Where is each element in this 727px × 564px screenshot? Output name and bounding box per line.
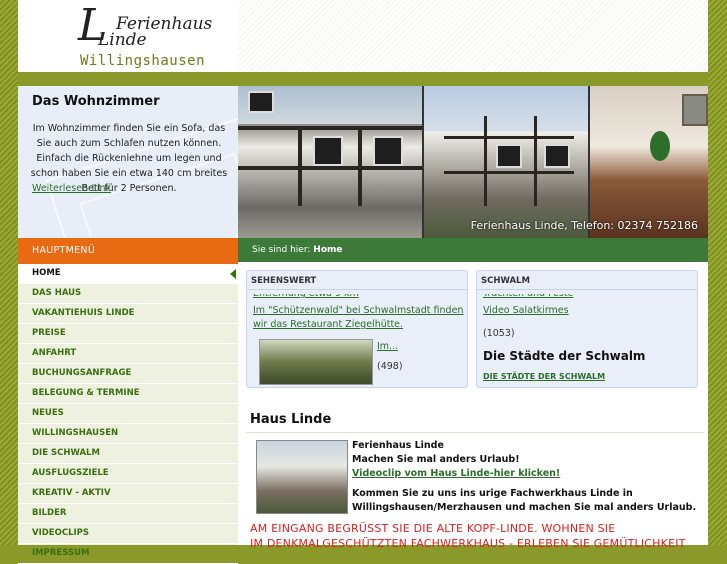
site-logo[interactable]: L Ferienhaus Linde Willingshausen xyxy=(78,0,218,70)
main-menu: HAUPTMENÜ HOME DAS HAUS VAKANTIEHUIS LIN… xyxy=(18,238,238,564)
sehenswert-more-link[interactable]: Im... xyxy=(377,341,398,352)
photo-house-front xyxy=(238,86,422,238)
breadcrumb: Sie sind hier: Home xyxy=(238,238,708,262)
menu-item-belegung[interactable]: BELEGUNG & TERMINE xyxy=(18,384,238,404)
menu-item-das-haus[interactable]: DAS HAUS xyxy=(18,284,238,304)
main-divider xyxy=(246,432,704,433)
menu-item-bilder[interactable]: BILDER xyxy=(18,504,238,524)
schwalm-cut-text: Trachten und Feste xyxy=(477,294,697,300)
menu-item-vakantiehuis[interactable]: VAKANTIEHUIS LINDE xyxy=(18,304,238,324)
logo-line-3: Willingshausen xyxy=(80,53,206,69)
menu-item-ausflugsziele[interactable]: AUSFLUGSZIELE xyxy=(18,464,238,484)
schwalm-heading: SCHWALM xyxy=(477,271,697,290)
main-red-line-1: AM EINGANG BEGRÜSST SIE DIE ALTE KOPF-LI… xyxy=(250,522,616,535)
header-divider xyxy=(18,72,708,86)
sehenswert-heading: SEHENSWERT xyxy=(247,271,467,290)
menu-item-home[interactable]: HOME xyxy=(18,264,238,284)
schwalm-count: (1053) xyxy=(483,328,515,339)
schwalm-staedte-link[interactable]: DIE STÄDTE DER SCHWALM xyxy=(477,372,697,381)
menu-item-kreativ-aktiv[interactable]: KREATIV - AKTIV xyxy=(18,484,238,504)
main-line-3: Kommen Sie zu uns ins urige Fachwerkhaus… xyxy=(352,488,633,499)
main-line-1: Ferienhaus Linde xyxy=(352,440,444,451)
menu-item-impressum[interactable]: IMPRESSUM xyxy=(18,544,238,564)
photo-banner: Ferienhaus Linde, Telefon: 02374 752186 xyxy=(238,86,708,238)
schwalm-box: SCHWALM Trachten und Feste Video Salatki… xyxy=(476,270,698,388)
schwalm-video-link[interactable]: Video Salatkirmes xyxy=(477,304,697,318)
menu-item-neues[interactable]: NEUES xyxy=(18,404,238,424)
photo-house-side xyxy=(424,86,588,238)
breadcrumb-label: Sie sind hier: xyxy=(252,245,311,255)
menu-heading: HAUPTMENÜ xyxy=(18,238,238,264)
sehenswert-box: SEHENSWERT Entfernung etwa 9 km Im "Schü… xyxy=(246,270,468,388)
menu-item-videoclips[interactable]: VIDEOCLIPS xyxy=(18,524,238,544)
header-pattern xyxy=(238,0,708,72)
sehenswert-count: (498) xyxy=(377,361,403,372)
sehenswert-thumbnail[interactable] xyxy=(259,339,373,385)
page-container: L Ferienhaus Linde Willingshausen Das Wo… xyxy=(18,0,708,564)
main-content: Haus Linde Ferienhaus Linde Machen Sie m… xyxy=(246,402,708,550)
main-video-link[interactable]: Videoclip vom Haus Linde-hier klicken! xyxy=(352,468,560,479)
sehenswert-cut-link[interactable]: Entfernung etwa 9 km xyxy=(247,294,467,300)
breadcrumb-current[interactable]: Home xyxy=(313,245,342,255)
photo-caption: Ferienhaus Linde, Telefon: 02374 752186 xyxy=(470,219,698,232)
main-line-2: Machen Sie mal anders Urlaub! xyxy=(352,454,520,465)
menu-item-anfahrt[interactable]: ANFAHRT xyxy=(18,344,238,364)
logo-line-2: Linde xyxy=(98,30,147,50)
menu-item-die-schwalm[interactable]: DIE SCHWALM xyxy=(18,444,238,464)
photo-interior xyxy=(590,86,708,238)
main-red-line-2: IM DENKMALGESCHÜTZTEN FACHWERKHAUS - ERL… xyxy=(250,537,686,550)
menu-item-willingshausen[interactable]: WILLINGSHAUSEN xyxy=(18,424,238,444)
feature-read-more-link[interactable]: Weiterlesen-Link xyxy=(32,183,111,194)
sehenswert-link[interactable]: Im "Schützenwald" bei Schwalmstadt finde… xyxy=(247,304,467,332)
feature-box: Das Wohnzimmer Im Wohnzimmer finden Sie … xyxy=(18,86,238,238)
menu-item-preise[interactable]: PREISE xyxy=(18,324,238,344)
feature-title: Das Wohnzimmer xyxy=(32,94,160,109)
main-line-4: Willingshausen/Merzhausen und machen Sie… xyxy=(352,502,697,513)
site-header: L Ferienhaus Linde Willingshausen xyxy=(18,0,708,72)
menu-item-buchungsanfrage[interactable]: BUCHUNGSANFRAGE xyxy=(18,364,238,384)
schwalm-strong-title: Die Städte der Schwalm xyxy=(483,349,646,363)
main-title: Haus Linde xyxy=(250,412,332,427)
main-house-image xyxy=(256,440,348,514)
